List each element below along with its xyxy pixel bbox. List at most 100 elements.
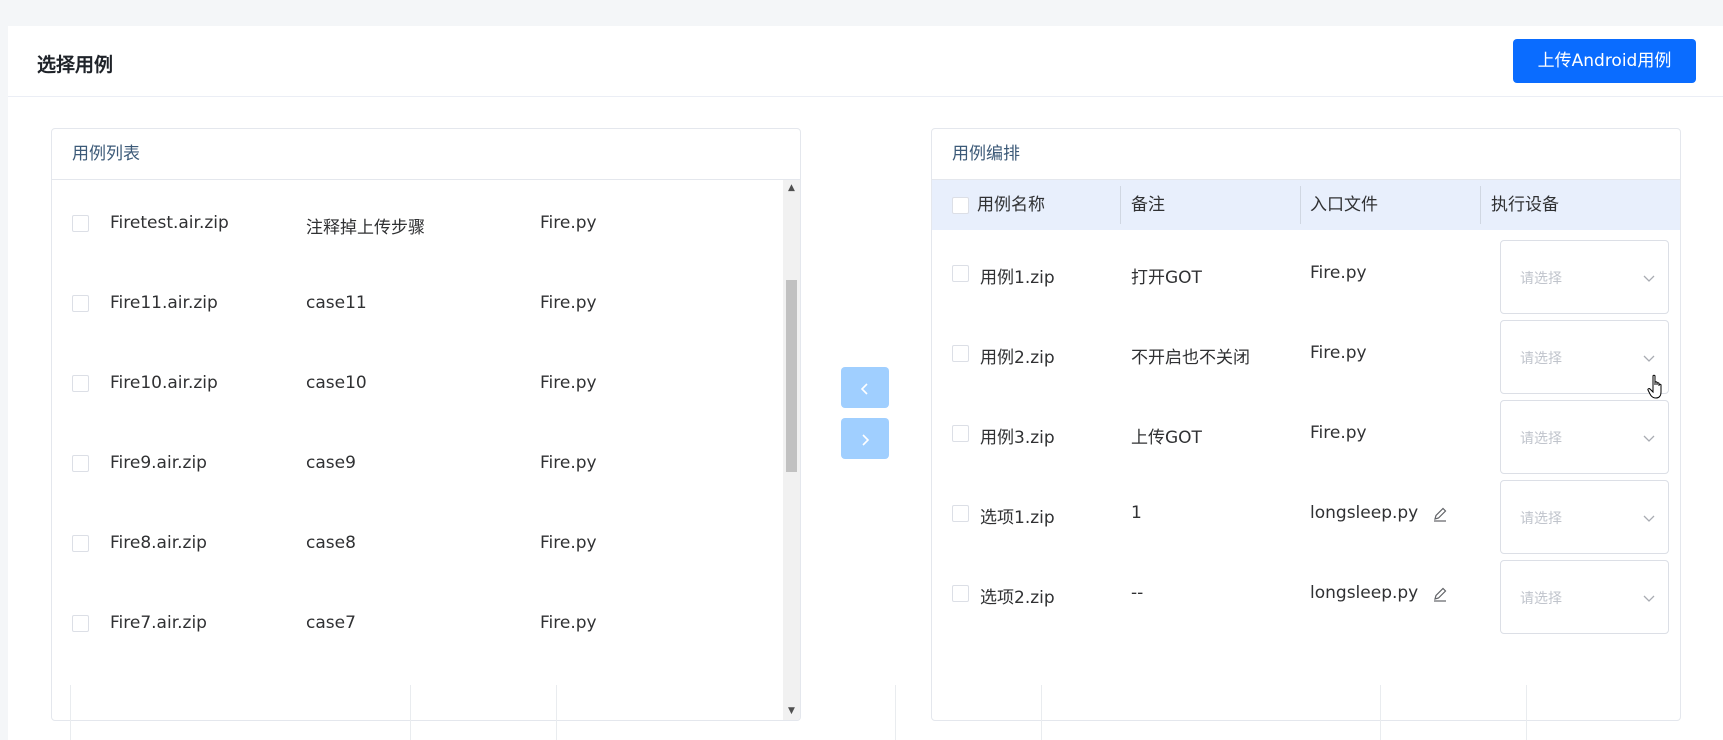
row-checkbox[interactable] — [952, 425, 969, 442]
device-select[interactable]: 请选择 — [1500, 320, 1669, 394]
case-entry-file: Fire.py — [540, 453, 597, 473]
select-all-checkbox[interactable] — [952, 197, 969, 214]
edit-icon[interactable] — [1432, 506, 1448, 522]
column-header-case-name: 用例名称 — [977, 195, 1045, 215]
case-entry-file: Fire.py — [540, 533, 597, 553]
device-select-placeholder: 请选择 — [1520, 431, 1562, 447]
case-entry-file: longsleep.py — [1310, 503, 1419, 523]
device-select-placeholder: 请选择 — [1520, 351, 1562, 367]
background-line — [1526, 685, 1527, 740]
case-name: 选项2.zip — [980, 588, 1055, 608]
case-entry-file: Fire.py — [540, 213, 597, 233]
case-name: Firetest.air.zip — [110, 213, 229, 233]
case-list-title: 用例列表 — [52, 129, 800, 180]
case-note: case11 — [306, 293, 367, 313]
case-name: Fire11.air.zip — [110, 293, 218, 313]
table-body: 用例1.zip 打开GOT Fire.py 请选择 用例2.zip 不开启也不关… — [932, 230, 1680, 720]
list-item-checkbox[interactable] — [72, 215, 89, 232]
chevron-down-icon — [1643, 595, 1655, 602]
case-list-panel: 用例列表 Firetest.air.zip 注释掉上传步骤 Fire.py Fi… — [51, 128, 801, 721]
case-note: case7 — [306, 613, 356, 633]
device-select[interactable]: 请选择 — [1500, 400, 1669, 474]
column-header-entry-file: 入口文件 — [1310, 195, 1378, 215]
row-checkbox[interactable] — [952, 505, 969, 522]
case-note: case8 — [306, 533, 356, 553]
device-select[interactable]: 请选择 — [1500, 560, 1669, 634]
case-entry-file: Fire.py — [1310, 343, 1367, 363]
chevron-down-icon — [1643, 515, 1655, 522]
case-note: 1 — [1131, 503, 1142, 523]
case-entry-file: Fire.py — [1310, 263, 1367, 283]
list-item-checkbox[interactable] — [72, 455, 89, 472]
scroll-up-arrow-icon[interactable]: ▲ — [783, 180, 800, 197]
list-scrollbar[interactable]: ▲ ▼ — [783, 180, 800, 720]
chevron-left-icon — [860, 382, 868, 395]
case-name: Fire7.air.zip — [110, 613, 207, 633]
page-title: 选择用例 — [37, 54, 114, 76]
move-left-button[interactable] — [841, 367, 889, 408]
list-item-checkbox[interactable] — [72, 295, 89, 312]
case-note: case10 — [306, 373, 367, 393]
table-row[interactable]: 选项1.zip 1 longsleep.py 请选择 — [932, 470, 1680, 557]
column-divider — [1300, 186, 1301, 224]
case-entry-file: Fire.py — [540, 293, 597, 313]
table-row[interactable]: 选项2.zip -- longsleep.py 请选择 — [932, 550, 1680, 637]
table-row[interactable]: 用例1.zip 打开GOT Fire.py 请选择 — [932, 230, 1680, 317]
device-select[interactable]: 请选择 — [1500, 480, 1669, 554]
background-line — [895, 685, 896, 740]
background-line — [1041, 685, 1042, 740]
device-select-placeholder: 请选择 — [1520, 591, 1562, 607]
row-checkbox[interactable] — [952, 345, 969, 362]
chevron-down-icon — [1643, 355, 1655, 362]
case-list: Firetest.air.zip 注释掉上传步骤 Fire.py Fire11.… — [52, 180, 800, 720]
case-entry-file: Fire.py — [540, 373, 597, 393]
scroll-thumb[interactable] — [786, 280, 797, 472]
case-note: -- — [1131, 583, 1144, 603]
chevron-down-icon — [1643, 275, 1655, 282]
device-select-placeholder: 请选择 — [1520, 511, 1562, 527]
page-container: 选择用例 上传Android用例 用例列表 Firetest.air.zip 注… — [8, 26, 1723, 740]
move-right-button[interactable] — [841, 418, 889, 459]
case-name: 用例3.zip — [980, 428, 1055, 448]
case-note: case9 — [306, 453, 356, 473]
column-header-device: 执行设备 — [1491, 195, 1559, 215]
table-header: 用例名称 备注 入口文件 执行设备 — [932, 180, 1680, 230]
case-note: 打开GOT — [1131, 268, 1202, 288]
chevron-right-icon — [862, 433, 870, 446]
chevron-down-icon — [1643, 435, 1655, 442]
case-arrangement-panel: 用例编排 用例名称 备注 入口文件 执行设备 用例1.zip 打开GOT Fir… — [931, 128, 1681, 721]
list-item[interactable]: Fire8.air.zip case8 Fire.py — [52, 500, 782, 587]
list-item[interactable]: Firetest.air.zip 注释掉上传步骤 Fire.py — [52, 180, 782, 267]
table-row[interactable]: 用例2.zip 不开启也不关闭 Fire.py 请选择 — [932, 310, 1680, 397]
column-divider — [1120, 186, 1121, 224]
list-item[interactable]: Fire10.air.zip case10 Fire.py — [52, 340, 782, 427]
case-note: 注释掉上传步骤 — [306, 218, 425, 238]
case-entry-file: Fire.py — [540, 613, 597, 633]
list-item-checkbox[interactable] — [72, 535, 89, 552]
edit-icon[interactable] — [1432, 586, 1448, 602]
list-item-checkbox[interactable] — [72, 615, 89, 632]
case-name: Fire9.air.zip — [110, 453, 207, 473]
table-row[interactable]: 用例3.zip 上传GOT Fire.py 请选择 — [932, 390, 1680, 477]
list-item[interactable]: Fire11.air.zip case11 Fire.py — [52, 260, 782, 347]
column-divider — [1480, 186, 1481, 224]
list-item[interactable]: Fire7.air.zip case7 Fire.py — [52, 580, 782, 667]
row-checkbox[interactable] — [952, 265, 969, 282]
case-name: Fire10.air.zip — [110, 373, 218, 393]
background-line — [1380, 685, 1381, 740]
background-line — [70, 685, 71, 740]
case-entry-file: longsleep.py — [1310, 583, 1419, 603]
device-select[interactable]: 请选择 — [1500, 240, 1669, 314]
case-name: 选项1.zip — [980, 508, 1055, 528]
list-item-checkbox[interactable] — [72, 375, 89, 392]
scroll-down-arrow-icon[interactable]: ▼ — [783, 703, 800, 720]
device-select-placeholder: 请选择 — [1520, 271, 1562, 287]
background-line — [556, 685, 557, 740]
case-name: 用例2.zip — [980, 348, 1055, 368]
list-item[interactable]: Fire9.air.zip case9 Fire.py — [52, 420, 782, 507]
row-checkbox[interactable] — [952, 585, 969, 602]
background-line — [410, 685, 411, 740]
column-header-note: 备注 — [1131, 195, 1165, 215]
case-name: 用例1.zip — [980, 268, 1055, 288]
upload-android-case-button[interactable]: 上传Android用例 — [1513, 39, 1696, 83]
